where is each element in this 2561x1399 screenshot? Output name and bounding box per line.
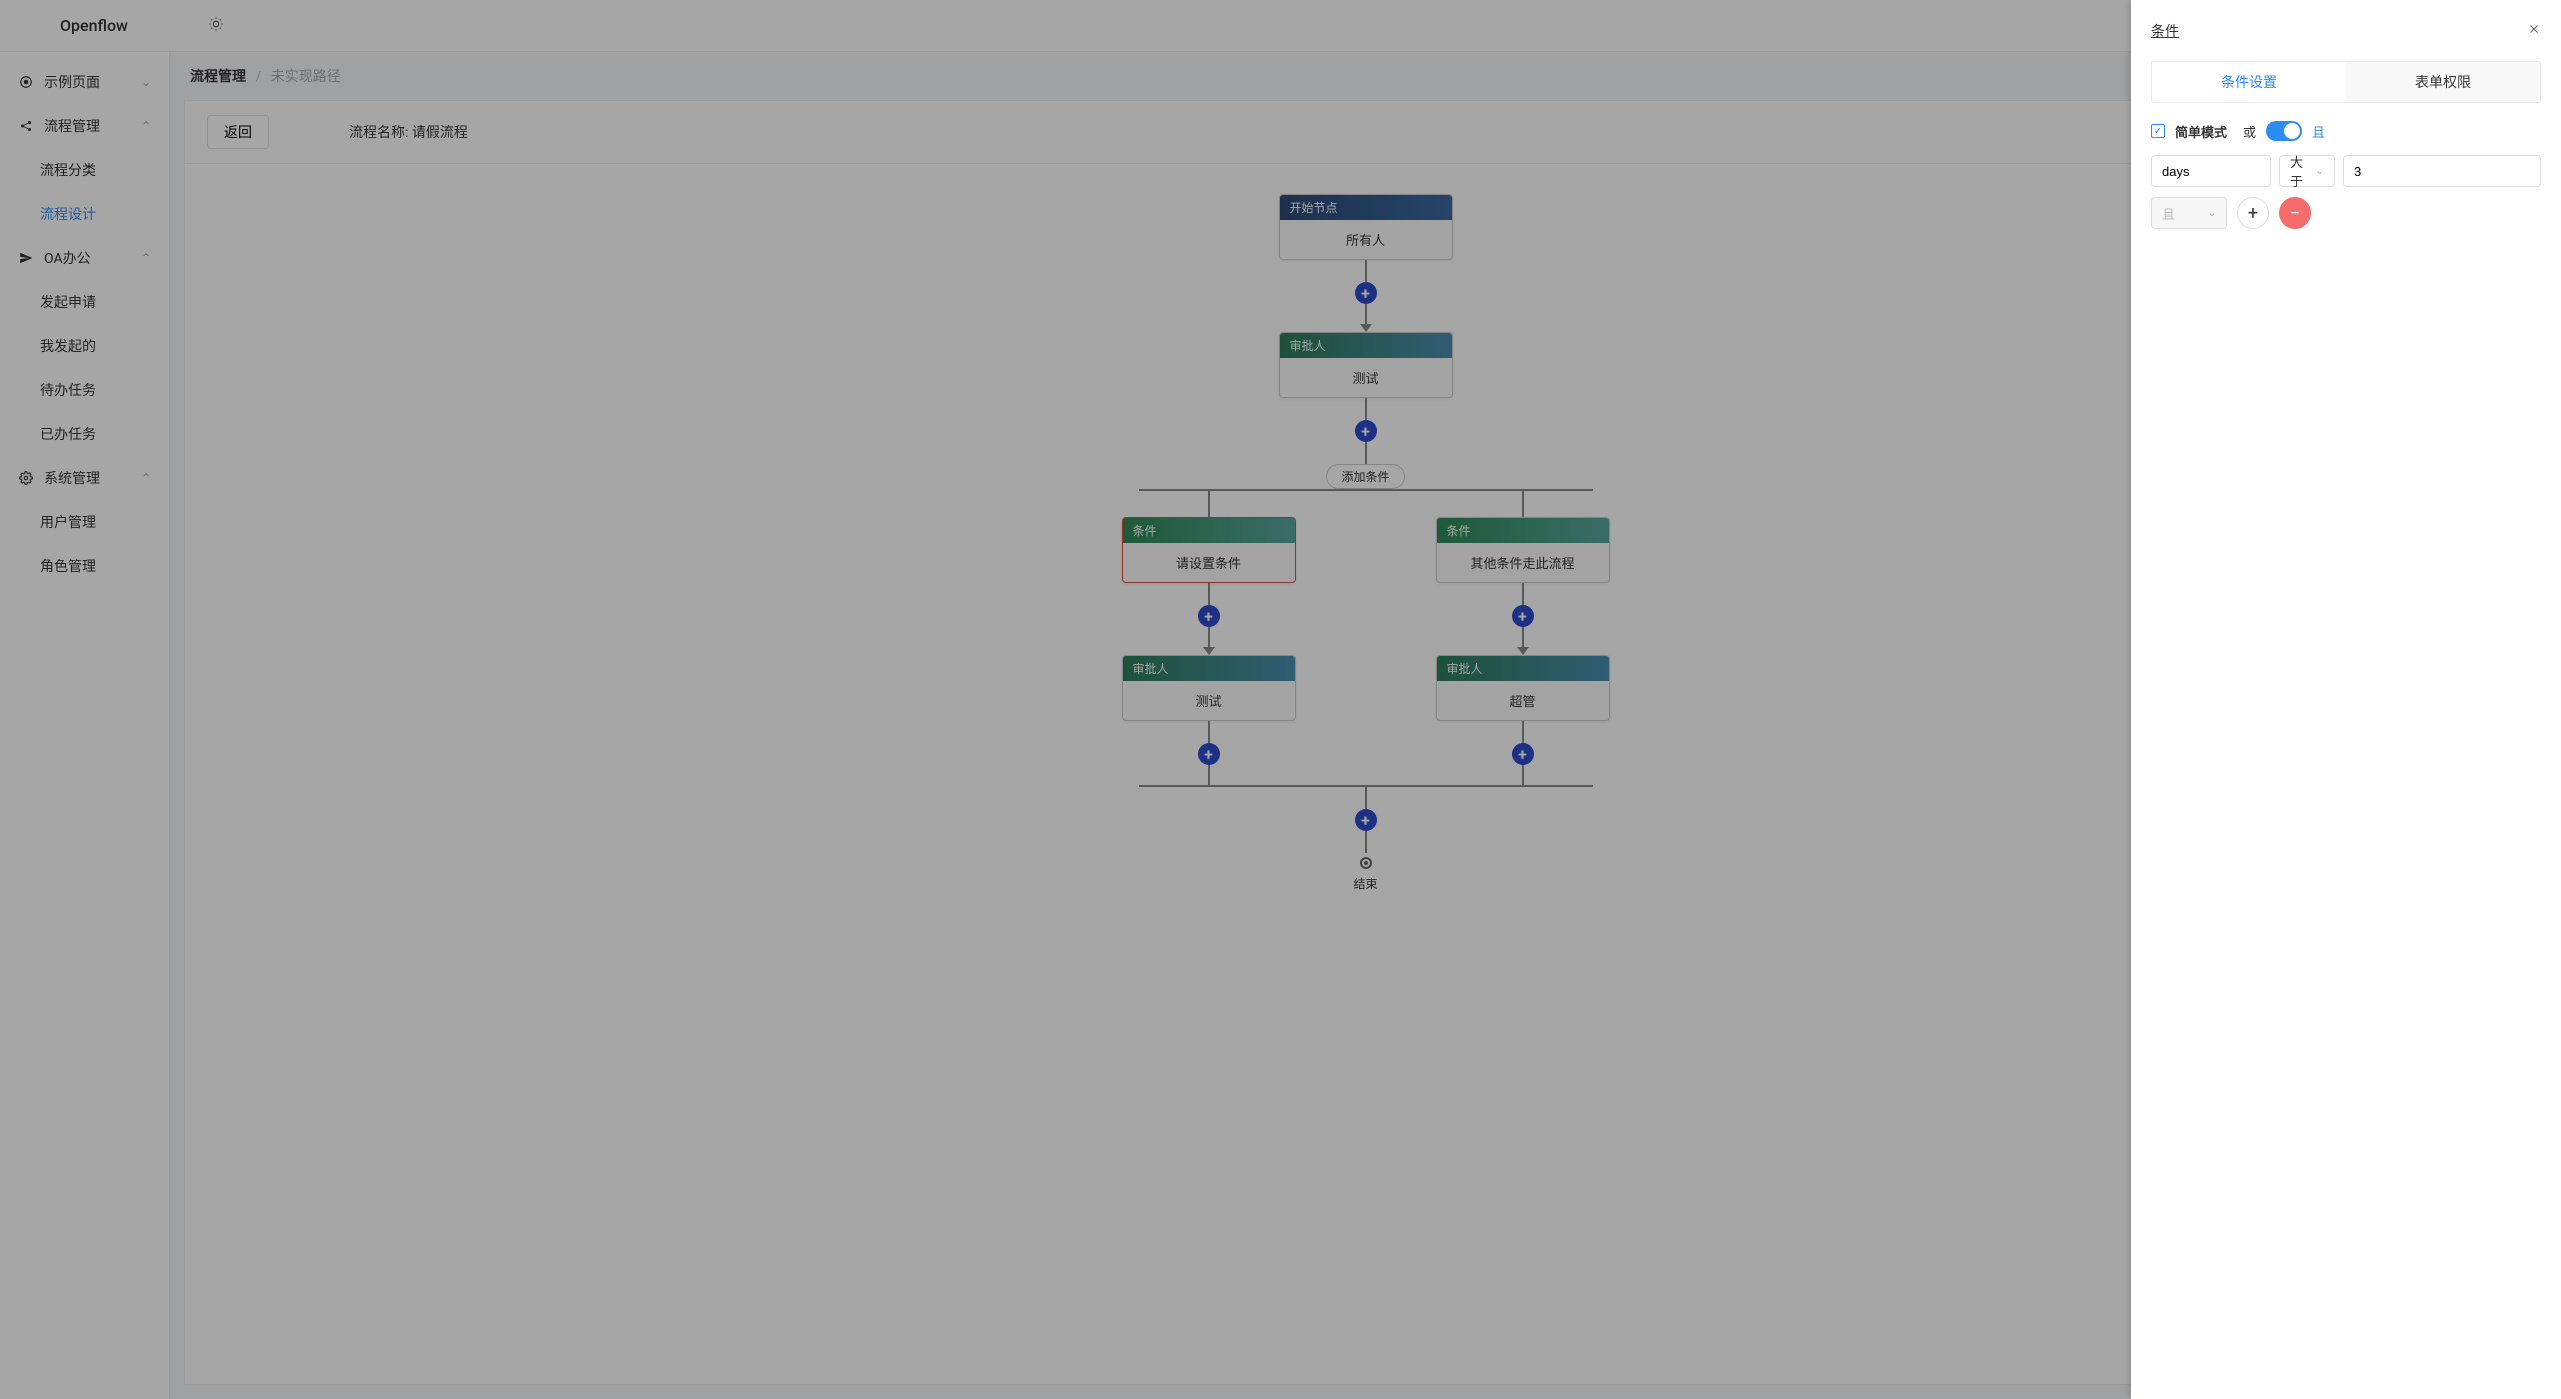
tab-form-permission[interactable]: 表单权限 (2346, 62, 2540, 102)
logic-toggle[interactable] (2266, 121, 2302, 141)
condition-actions-row: 且 ⌄ + − (2151, 197, 2541, 229)
or-label: 或 (2243, 122, 2256, 141)
close-button[interactable] (2527, 20, 2541, 41)
value-input[interactable] (2343, 155, 2541, 187)
logic-select[interactable]: 且 ⌄ (2151, 197, 2227, 229)
tab-condition-settings[interactable]: 条件设置 (2152, 62, 2346, 102)
condition-row: 大于 ⌄ (2151, 155, 2541, 187)
chevron-down-icon: ⌄ (2316, 166, 2324, 177)
operator-select[interactable]: 大于 ⌄ (2279, 155, 2335, 187)
condition-drawer: 条件 条件设置 表单权限 简单模式 或 且 大于 ⌄ 且 ⌄ + − (2131, 0, 2561, 1399)
simple-mode-label: 简单模式 (2175, 122, 2227, 141)
field-input[interactable] (2151, 155, 2271, 187)
add-condition-row-button[interactable]: + (2237, 197, 2269, 229)
simple-mode-row: 简单模式 或 且 (2151, 121, 2541, 141)
drawer-tabs: 条件设置 表单权限 (2151, 61, 2541, 103)
drawer-title[interactable]: 条件 (2151, 21, 2179, 41)
chevron-down-icon: ⌄ (2208, 208, 2216, 219)
remove-condition-row-button[interactable]: − (2279, 197, 2311, 229)
and-label[interactable]: 且 (2312, 122, 2325, 141)
close-icon (2527, 22, 2541, 36)
simple-mode-checkbox[interactable] (2151, 124, 2165, 138)
